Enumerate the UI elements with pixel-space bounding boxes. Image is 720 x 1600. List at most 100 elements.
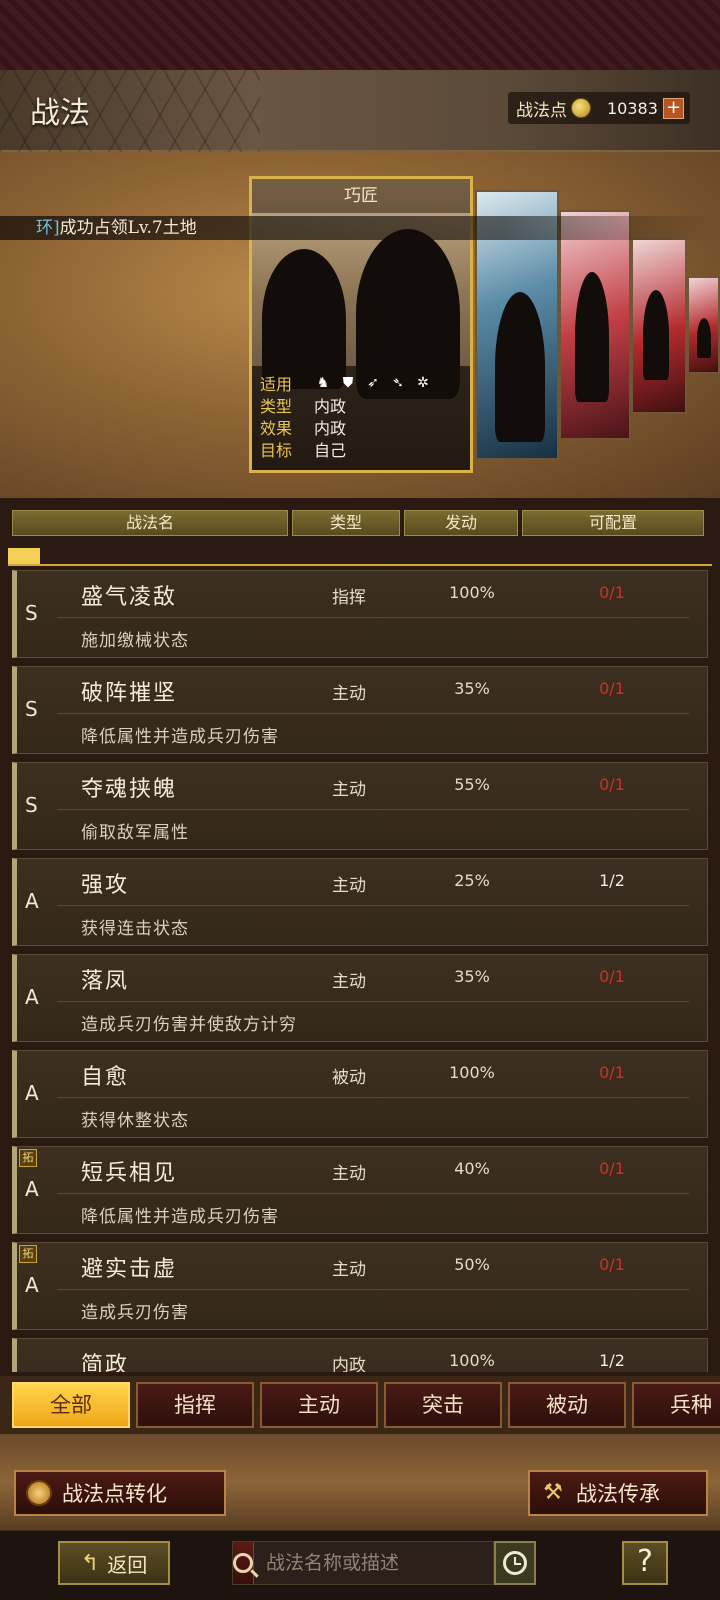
skill-row[interactable]: 拓 A 避实击虚 主动 50% 0/1 造成兵刃伤害 (12, 1242, 708, 1330)
skill-grade: S (25, 793, 38, 817)
card-info-panel: 适用 ♞ ⛊ ➶ ➴ ✲ 类型 内政 效果 内政 目标 自己 (252, 366, 470, 470)
convert-points-label: 战法点转化 (62, 1482, 167, 1506)
filter-tab[interactable]: 兵种 (632, 1382, 720, 1428)
skill-grade: A (25, 1177, 39, 1201)
add-points-button[interactable]: + (663, 98, 684, 119)
skill-type: 主动 (332, 972, 366, 992)
skill-name: 强攻 (81, 873, 130, 898)
apply-label: 适用 (260, 375, 293, 394)
skill-description: 造成兵刃伤害 (81, 1303, 189, 1323)
card-title: 巧匠 (252, 179, 470, 213)
skill-inherit-button[interactable]: ⚒ 战法传承 (528, 1470, 708, 1516)
task-notification-banner: 环]成功占领Lv.7土地 (0, 216, 720, 240)
skill-row[interactable]: 简政 内政 100% 1/2 (12, 1338, 708, 1372)
skill-list[interactable]: S 盛气凌敌 指挥 100% 0/1 施加缴械状态 S 破阵摧坚主动 35% 0/1 降低属性并造成… (12, 570, 710, 1372)
skill-type: 被动 (332, 1068, 366, 1088)
skill-type: 主动 (332, 1260, 366, 1280)
task-prefix: 环] (36, 218, 60, 238)
skill-row[interactable]: 拓 A 短兵相见 主动 40% 0/1 降低属性并造成兵刃伤害 (12, 1146, 708, 1234)
filter-tab[interactable]: 全部 (12, 1382, 130, 1428)
type-label: 类型 (260, 397, 293, 416)
expand-badge: 拓 (19, 1149, 37, 1167)
row-divider (57, 1097, 689, 1098)
skill-trigger-rate: 35% (454, 967, 490, 986)
skill-name: 夺魂挟魄 (81, 777, 178, 802)
skill-trigger-rate: 100% (449, 1063, 495, 1082)
search-input[interactable] (254, 1543, 511, 1583)
unit-type-icons: ♞ ⛊ ➶ ➴ ✲ (314, 375, 432, 391)
skill-name: 避实击虚 (81, 1257, 178, 1282)
row-divider (57, 1289, 689, 1290)
card-effect-row: 效果 内政 (260, 416, 470, 438)
skill-description: 获得休整状态 (81, 1111, 189, 1131)
search-icon (233, 1553, 253, 1573)
skill-type: 主动 (332, 1164, 366, 1184)
bottom-bar: ↰ 返回 ? (0, 1530, 720, 1600)
task-text: 成功占领Lv.7土地 (59, 218, 197, 238)
bow-icon: ➶ (367, 375, 379, 391)
row-divider (57, 617, 689, 618)
skill-description: 降低属性并造成兵刃伤害 (81, 727, 279, 747)
shield-icon: ⛊ (342, 375, 354, 391)
skill-row[interactable]: S 破阵摧坚 主动 35% 0/1 降低属性并造成兵刃伤害 (12, 666, 708, 754)
skill-grade: S (25, 697, 38, 721)
effect-value: 内政 (314, 419, 347, 438)
skill-row[interactable]: S 夺魂挟魄 主动 55% 0/1 偷取敌军属性 (12, 762, 708, 850)
skill-trigger-rate: 35% (454, 679, 490, 698)
back-button[interactable]: ↰ 返回 (58, 1541, 170, 1585)
help-button[interactable]: ? (622, 1541, 668, 1585)
skill-config-count: 0/1 (599, 1255, 625, 1274)
skill-inherit-label: 战法传承 (576, 1482, 660, 1506)
skill-description: 降低属性并造成兵刃伤害 (81, 1207, 279, 1227)
filter-tab[interactable]: 指挥 (136, 1382, 254, 1428)
filter-tab[interactable]: 突击 (384, 1382, 502, 1428)
skill-trigger-rate: 100% (449, 1351, 495, 1370)
column-header-name[interactable]: 战法名 (12, 510, 288, 536)
cavalry-icon: ♞ (316, 375, 330, 391)
skill-name: 自愈 (81, 1065, 130, 1090)
skill-type: 指挥 (332, 588, 366, 608)
skill-name: 简政 (81, 1353, 130, 1372)
search-button[interactable] (233, 1542, 254, 1584)
skill-row[interactable]: A 落凤 主动 35% 0/1 造成兵刃伤害并使敌方计穷 (12, 954, 708, 1042)
skill-config-count: 0/1 (599, 679, 625, 698)
hammer-icon: ⚒ (543, 1480, 563, 1505)
filter-tab[interactable]: 主动 (260, 1382, 378, 1428)
list-divider (8, 564, 712, 566)
skill-points-label: 战法点 (516, 100, 567, 121)
skill-config-count: 1/2 (599, 871, 625, 890)
skill-card-preview[interactable] (631, 238, 687, 414)
skill-card-showcase: 巧匠 适用 ♞ ⛊ ➶ ➴ ✲ 类型 内政 效果 内政 目标 自己 环]成功占领… (0, 152, 720, 498)
skill-row[interactable]: A 自愈 被动 100% 0/1 获得休整状态 (12, 1050, 708, 1138)
skill-trigger-rate: 40% (454, 1159, 490, 1178)
skill-description: 偷取敌军属性 (81, 823, 189, 843)
skill-row[interactable]: A 强攻 主动 25% 1/2 获得连击状态 (12, 858, 708, 946)
row-divider (57, 809, 689, 810)
card-type-row: 类型 内政 (260, 394, 470, 416)
column-header-type[interactable]: 类型 (292, 510, 400, 536)
skill-grade: A (25, 1273, 39, 1297)
history-button[interactable] (494, 1541, 536, 1585)
skill-trigger-rate: 50% (454, 1255, 490, 1274)
filter-tab[interactable]: 被动 (508, 1382, 626, 1428)
skill-points-display: 战法点 10383 + (508, 92, 690, 124)
skill-config-count: 0/1 (599, 1063, 625, 1082)
skill-description: 获得连击状态 (81, 919, 189, 939)
convert-points-button[interactable]: 战法点转化 (14, 1470, 226, 1516)
skill-name: 落凤 (81, 969, 130, 994)
skill-config-count: 0/1 (599, 967, 625, 986)
column-header-config[interactable]: 可配置 (522, 510, 704, 536)
skill-grade: A (25, 1081, 39, 1105)
column-header-rate[interactable]: 发动 (404, 510, 518, 536)
target-value: 自己 (314, 441, 347, 460)
type-value: 内政 (314, 397, 347, 416)
skill-name: 破阵摧坚 (81, 681, 178, 706)
top-decor-band (0, 0, 720, 70)
skill-row[interactable]: S 盛气凌敌 指挥 100% 0/1 施加缴械状态 (12, 570, 708, 658)
skill-trigger-rate: 55% (454, 775, 490, 794)
skill-card-preview[interactable] (559, 210, 631, 440)
swirl-coin-icon (26, 1480, 52, 1506)
card-target-row: 目标 自己 (260, 438, 470, 460)
skill-card-preview[interactable] (687, 276, 720, 374)
skill-config-count: 1/2 (599, 1351, 625, 1370)
